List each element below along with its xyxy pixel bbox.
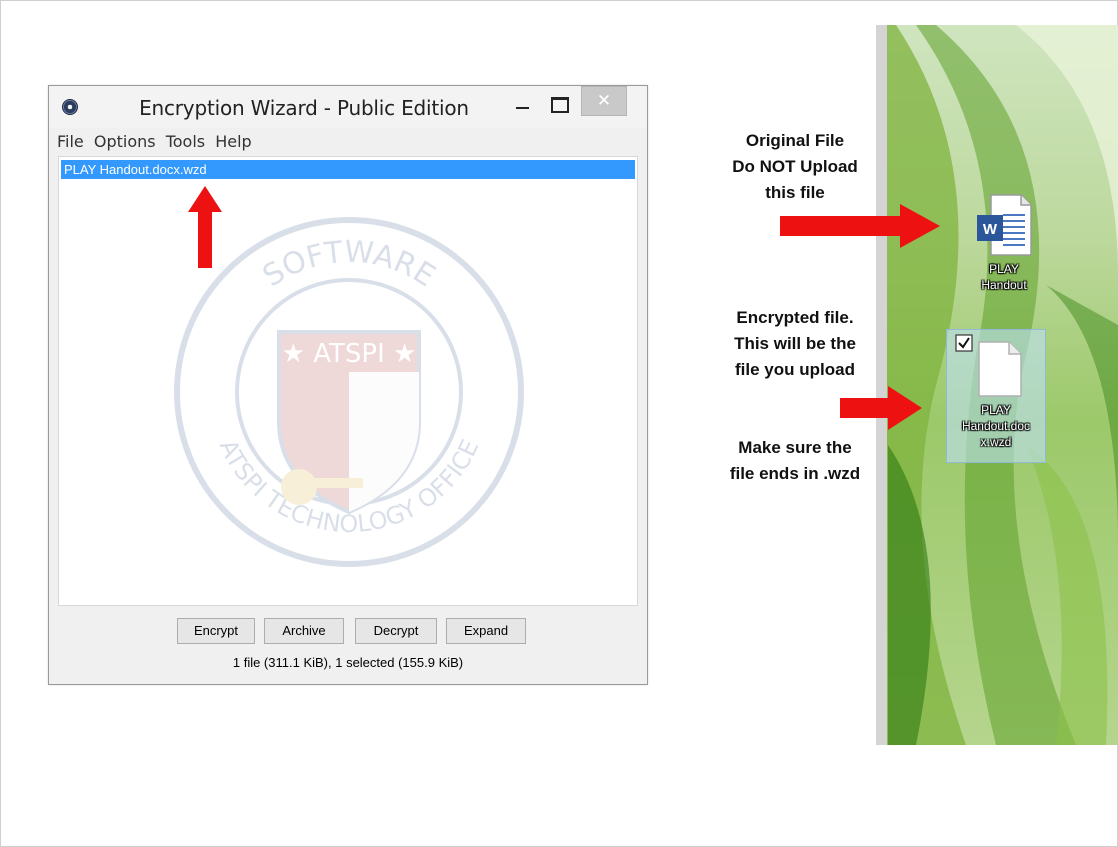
decrypt-button[interactable]: Decrypt (355, 618, 437, 644)
desktop-wallpaper: W PLAY Handout PLAY Handout.doc x.wzd (876, 25, 1118, 745)
status-text: 1 file (311.1 KiB), 1 selected (155.9 Ki… (232, 655, 464, 670)
file-list-panel[interactable]: PLAY Handout.docx.wzd SOFTWARE ATSPI TEC… (58, 156, 638, 606)
svg-text:SOFTWARE: SOFTWARE (257, 234, 441, 294)
close-icon: ✕ (596, 91, 612, 111)
seal-center-text: ★ ATSPI ★ (282, 339, 417, 369)
desktop-icon-play-handout[interactable]: W PLAY Handout (969, 191, 1039, 301)
archive-button[interactable]: Archive (264, 618, 344, 644)
right-arrow-icon (840, 386, 922, 430)
maximize-icon[interactable] (543, 92, 573, 116)
file-list-item[interactable]: PLAY Handout.docx.wzd (61, 160, 635, 179)
encrypt-button[interactable]: Encrypt (177, 618, 255, 644)
svg-text:W: W (983, 221, 998, 238)
right-arrow-icon (780, 204, 940, 248)
seal-top-text: SOFTWARE (257, 234, 441, 294)
blank-file-icon (955, 334, 1022, 397)
original-file-note: Original File Do NOT Upload this file (732, 131, 858, 202)
up-arrow-icon (188, 186, 222, 268)
desktop-icon-play-handout-wzd[interactable]: PLAY Handout.doc x.wzd (946, 329, 1046, 463)
desktop-icon-label: PLAY Handout (981, 262, 1027, 292)
close-button[interactable]: ✕ (581, 86, 627, 116)
menu-tools[interactable]: Tools (166, 132, 205, 151)
encrypted-file-note: Encrypted file. This will be the file yo… (734, 308, 856, 379)
atspi-seal-watermark: SOFTWARE ATSPI TECHNOLOGY OFFICE ★ ATSPI… (174, 217, 524, 567)
expand-button[interactable]: Expand (446, 618, 526, 644)
menu-file[interactable]: File (57, 132, 84, 151)
minimize-icon[interactable] (507, 92, 537, 116)
encryption-wizard-window: Encryption Wizard - Public Edition ✕ Fil… (48, 85, 648, 685)
wzd-extension-note: Make sure the file ends in .wzd (729, 438, 861, 483)
menu-help[interactable]: Help (215, 132, 251, 151)
title-bar[interactable]: Encryption Wizard - Public Edition ✕ (49, 86, 647, 128)
word-document-icon: W (977, 194, 1032, 256)
menu-options[interactable]: Options (94, 132, 156, 151)
app-logo-icon (62, 99, 78, 115)
menu-bar: File Options Tools Help (57, 132, 257, 154)
window-title: Encryption Wizard - Public Edition (139, 96, 469, 120)
desktop-icon-label: PLAY Handout.doc x.wzd (961, 403, 1031, 449)
action-bar: Encrypt Archive Decrypt Expand (49, 618, 647, 648)
